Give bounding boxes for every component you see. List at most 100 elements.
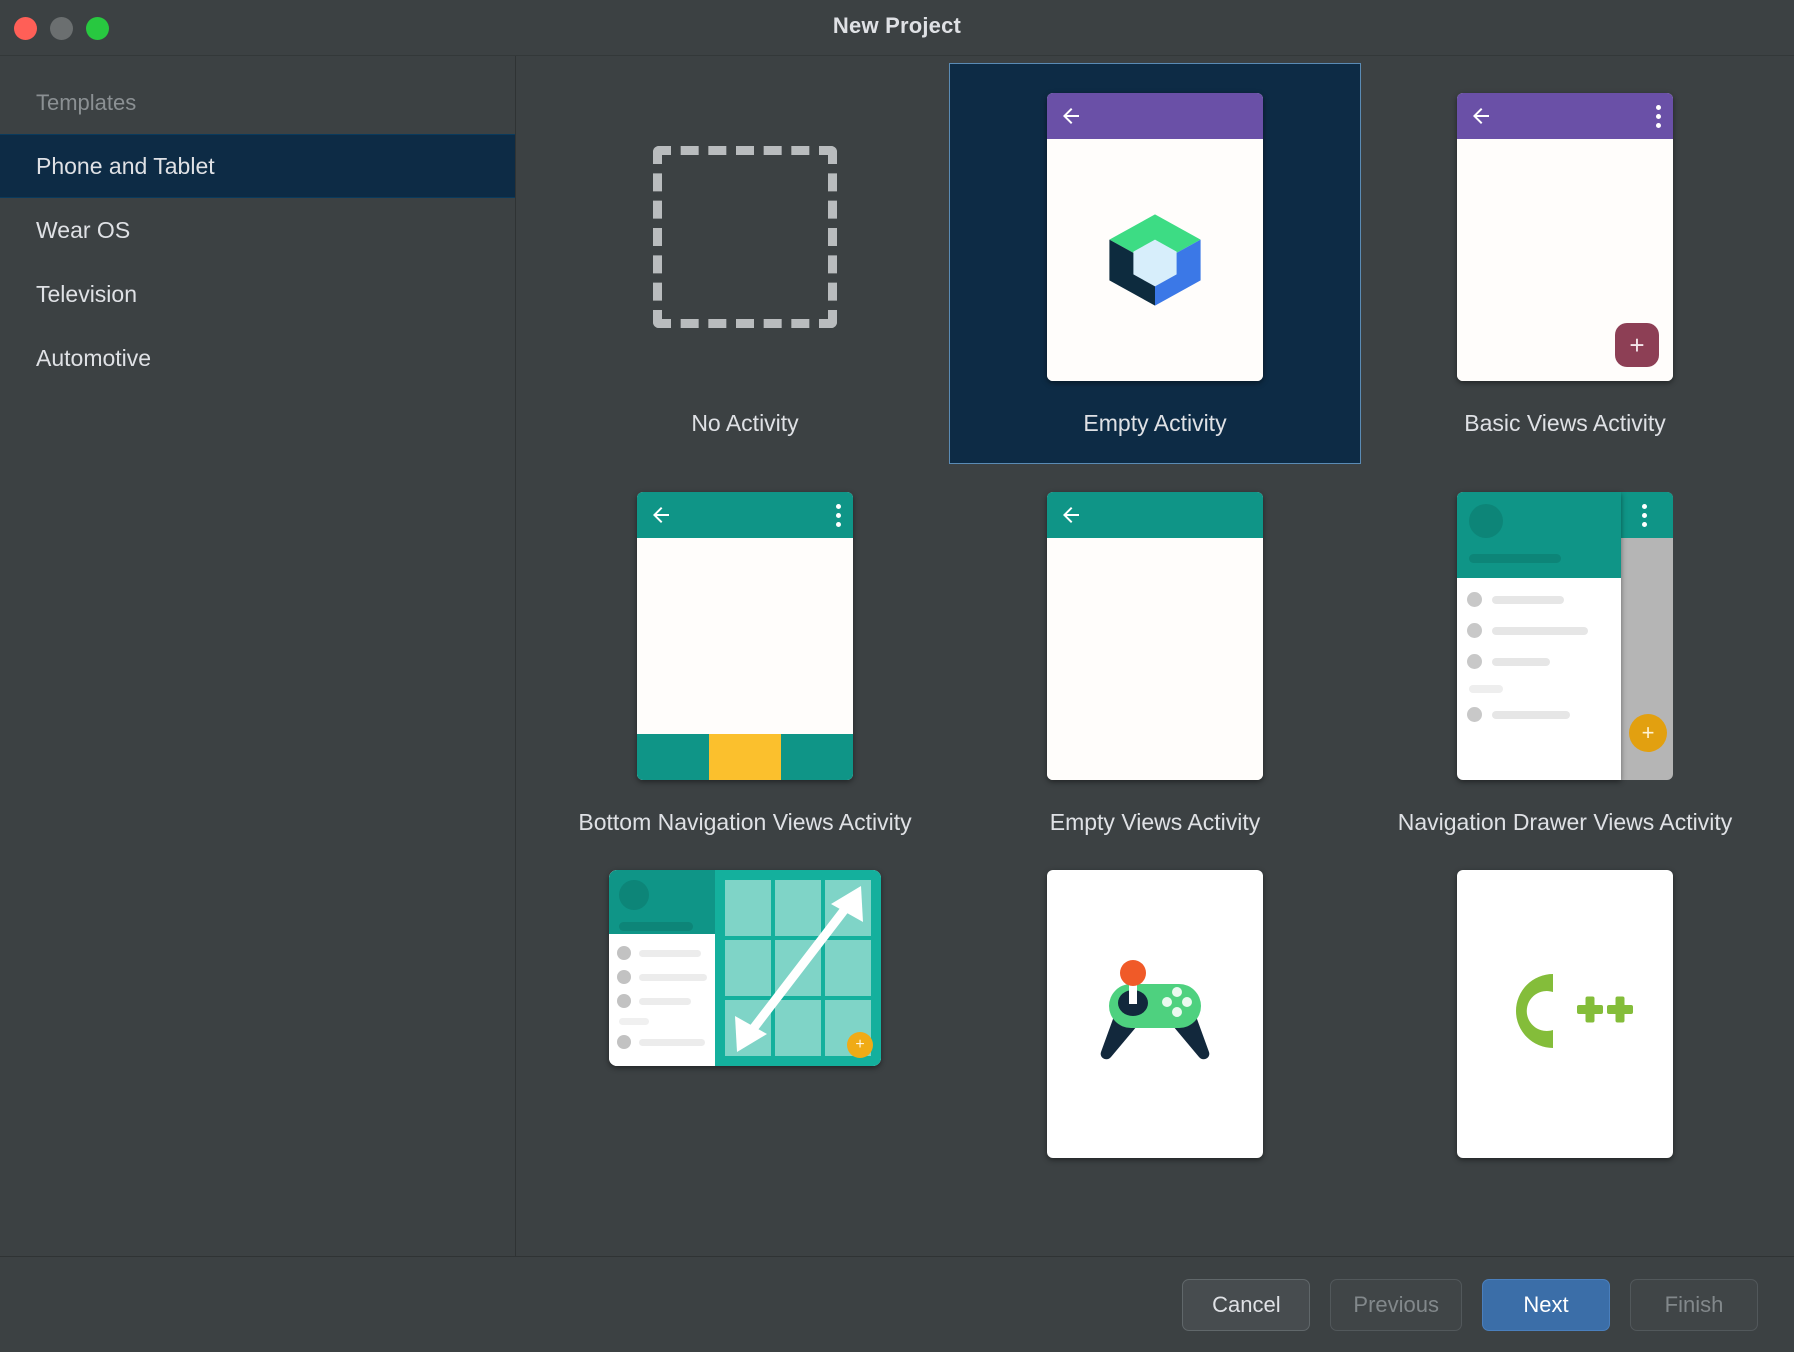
list-item-icon [617, 946, 631, 960]
drawer-header-line [619, 922, 693, 931]
sidebar-item-television[interactable]: Television [0, 262, 515, 326]
navigation-drawer-thumbnail: + [1360, 471, 1770, 801]
sidebar-item-automotive[interactable]: Automotive [0, 326, 515, 390]
overflow-menu-icon [1642, 504, 1647, 527]
list-item [617, 946, 707, 960]
cpp-logo-icon [1495, 956, 1635, 1066]
list-item [1467, 623, 1611, 638]
arrow-back-icon [1469, 104, 1493, 128]
list-item-label [639, 974, 707, 981]
arrow-back-icon [1059, 503, 1083, 527]
dialog-footer: Cancel Previous Next Finish [0, 1256, 1794, 1352]
plus-icon: + [1629, 332, 1644, 358]
template-card-navigation-drawer-views-activity[interactable]: + [1360, 463, 1770, 862]
phone-mock [1457, 870, 1673, 1158]
drawer-item-list [609, 934, 715, 1066]
avatar [619, 880, 649, 910]
template-label: Bottom Navigation Views Activity [578, 801, 911, 836]
template-card-responsive-views-activity[interactable]: + [540, 862, 950, 1110]
sidebar-header: Templates [0, 78, 515, 134]
game-activity-thumbnail [950, 870, 1360, 1076]
template-card-empty-views-activity[interactable]: Empty Views Activity [950, 463, 1360, 862]
list-item [1467, 707, 1611, 722]
sidebar-item-label: Wear OS [36, 217, 130, 244]
tablet-mock: + [609, 870, 881, 1066]
arrow-back-icon [1059, 104, 1083, 128]
sidebar-item-label: Automotive [36, 345, 151, 372]
responsive-views-thumbnail: + [540, 870, 950, 1076]
list-item-icon [1467, 654, 1482, 669]
dialog-body: Templates Phone and Tablet Wear OS Telev… [0, 56, 1794, 1256]
jetpack-compose-cube-icon [1095, 200, 1215, 320]
phone-mock [1047, 492, 1263, 780]
template-label: Empty Activity [1083, 402, 1226, 437]
list-item-label [1492, 658, 1550, 666]
template-label: No Activity [691, 402, 798, 437]
list-item-icon [617, 994, 631, 1008]
floating-action-button-icon: + [1629, 714, 1667, 752]
list-item-icon [1467, 623, 1482, 638]
template-card-empty-activity[interactable]: Empty Activity [950, 64, 1360, 463]
app-bar [1047, 93, 1263, 139]
template-label: Navigation Drawer Views Activity [1398, 801, 1732, 836]
list-item-label [1492, 596, 1564, 604]
app-bar [1457, 93, 1673, 139]
drawer-header-line [1469, 554, 1561, 563]
arrow-back-icon [649, 503, 673, 527]
list-item-label [639, 1039, 705, 1046]
drawer-header [1457, 492, 1621, 578]
sidebar-item-label: Television [36, 281, 137, 308]
templates-grid-pane[interactable]: No Activity [516, 56, 1794, 1256]
navigation-drawer-mock: + [1457, 492, 1673, 780]
tablet-drawer [609, 870, 715, 1066]
template-label: Empty Views Activity [1050, 801, 1260, 836]
new-project-dialog: New Project Templates Phone and Tablet W… [0, 0, 1794, 1352]
list-item-label [1492, 711, 1570, 719]
list-item-icon [1467, 592, 1482, 607]
sidebar-item-phone-and-tablet[interactable]: Phone and Tablet [0, 134, 515, 198]
native-cpp-thumbnail [1360, 870, 1770, 1076]
bottom-nav-item-active [709, 734, 781, 780]
next-button[interactable]: Next [1482, 1279, 1610, 1331]
phone-content: + [1457, 139, 1673, 381]
templates-sidebar: Templates Phone and Tablet Wear OS Telev… [0, 56, 516, 1256]
list-item-icon [617, 1035, 631, 1049]
bottom-nav-item [637, 734, 709, 780]
app-bar [637, 492, 853, 538]
template-label: Basic Views Activity [1464, 402, 1666, 437]
cancel-button[interactable]: Cancel [1182, 1279, 1310, 1331]
template-card-bottom-navigation-views-activity[interactable]: Bottom Navigation Views Activity [540, 463, 950, 862]
template-card-game-activity[interactable] [950, 862, 1360, 1110]
previous-button[interactable]: Previous [1330, 1279, 1462, 1331]
sidebar-item-wear-os[interactable]: Wear OS [0, 198, 515, 262]
page-title: New Project [0, 13, 1794, 39]
avatar [1469, 504, 1503, 538]
floating-action-button-icon: + [1615, 323, 1659, 367]
drawer-scrim: + [1615, 492, 1673, 780]
dashed-placeholder-icon [653, 146, 837, 328]
phone-mock [637, 492, 853, 780]
drawer-header [609, 870, 715, 934]
floating-action-button-icon: + [847, 1032, 873, 1058]
empty-views-thumbnail [950, 471, 1360, 801]
template-card-native-cpp[interactable] [1360, 862, 1770, 1110]
bottom-nav-item [781, 734, 853, 780]
list-divider [619, 1018, 649, 1025]
list-item-icon [617, 970, 631, 984]
list-item [1467, 654, 1611, 669]
basic-views-thumbnail: + [1360, 72, 1770, 402]
list-item [617, 970, 707, 984]
template-card-no-activity[interactable]: No Activity [540, 64, 950, 463]
bottom-navigation-bar [637, 734, 853, 780]
list-item-label [1492, 627, 1588, 635]
template-card-basic-views-activity[interactable]: + Basic Views Activity [1360, 64, 1770, 463]
drawer-item-list [1457, 578, 1621, 752]
templates-grid: No Activity [516, 64, 1794, 1110]
no-activity-thumbnail [540, 72, 950, 402]
list-item [617, 994, 707, 1008]
phone-content [1047, 139, 1263, 381]
list-item [1467, 592, 1611, 607]
finish-button[interactable]: Finish [1630, 1279, 1758, 1331]
game-controller-icon [1089, 956, 1221, 1066]
list-item-icon [1467, 707, 1482, 722]
